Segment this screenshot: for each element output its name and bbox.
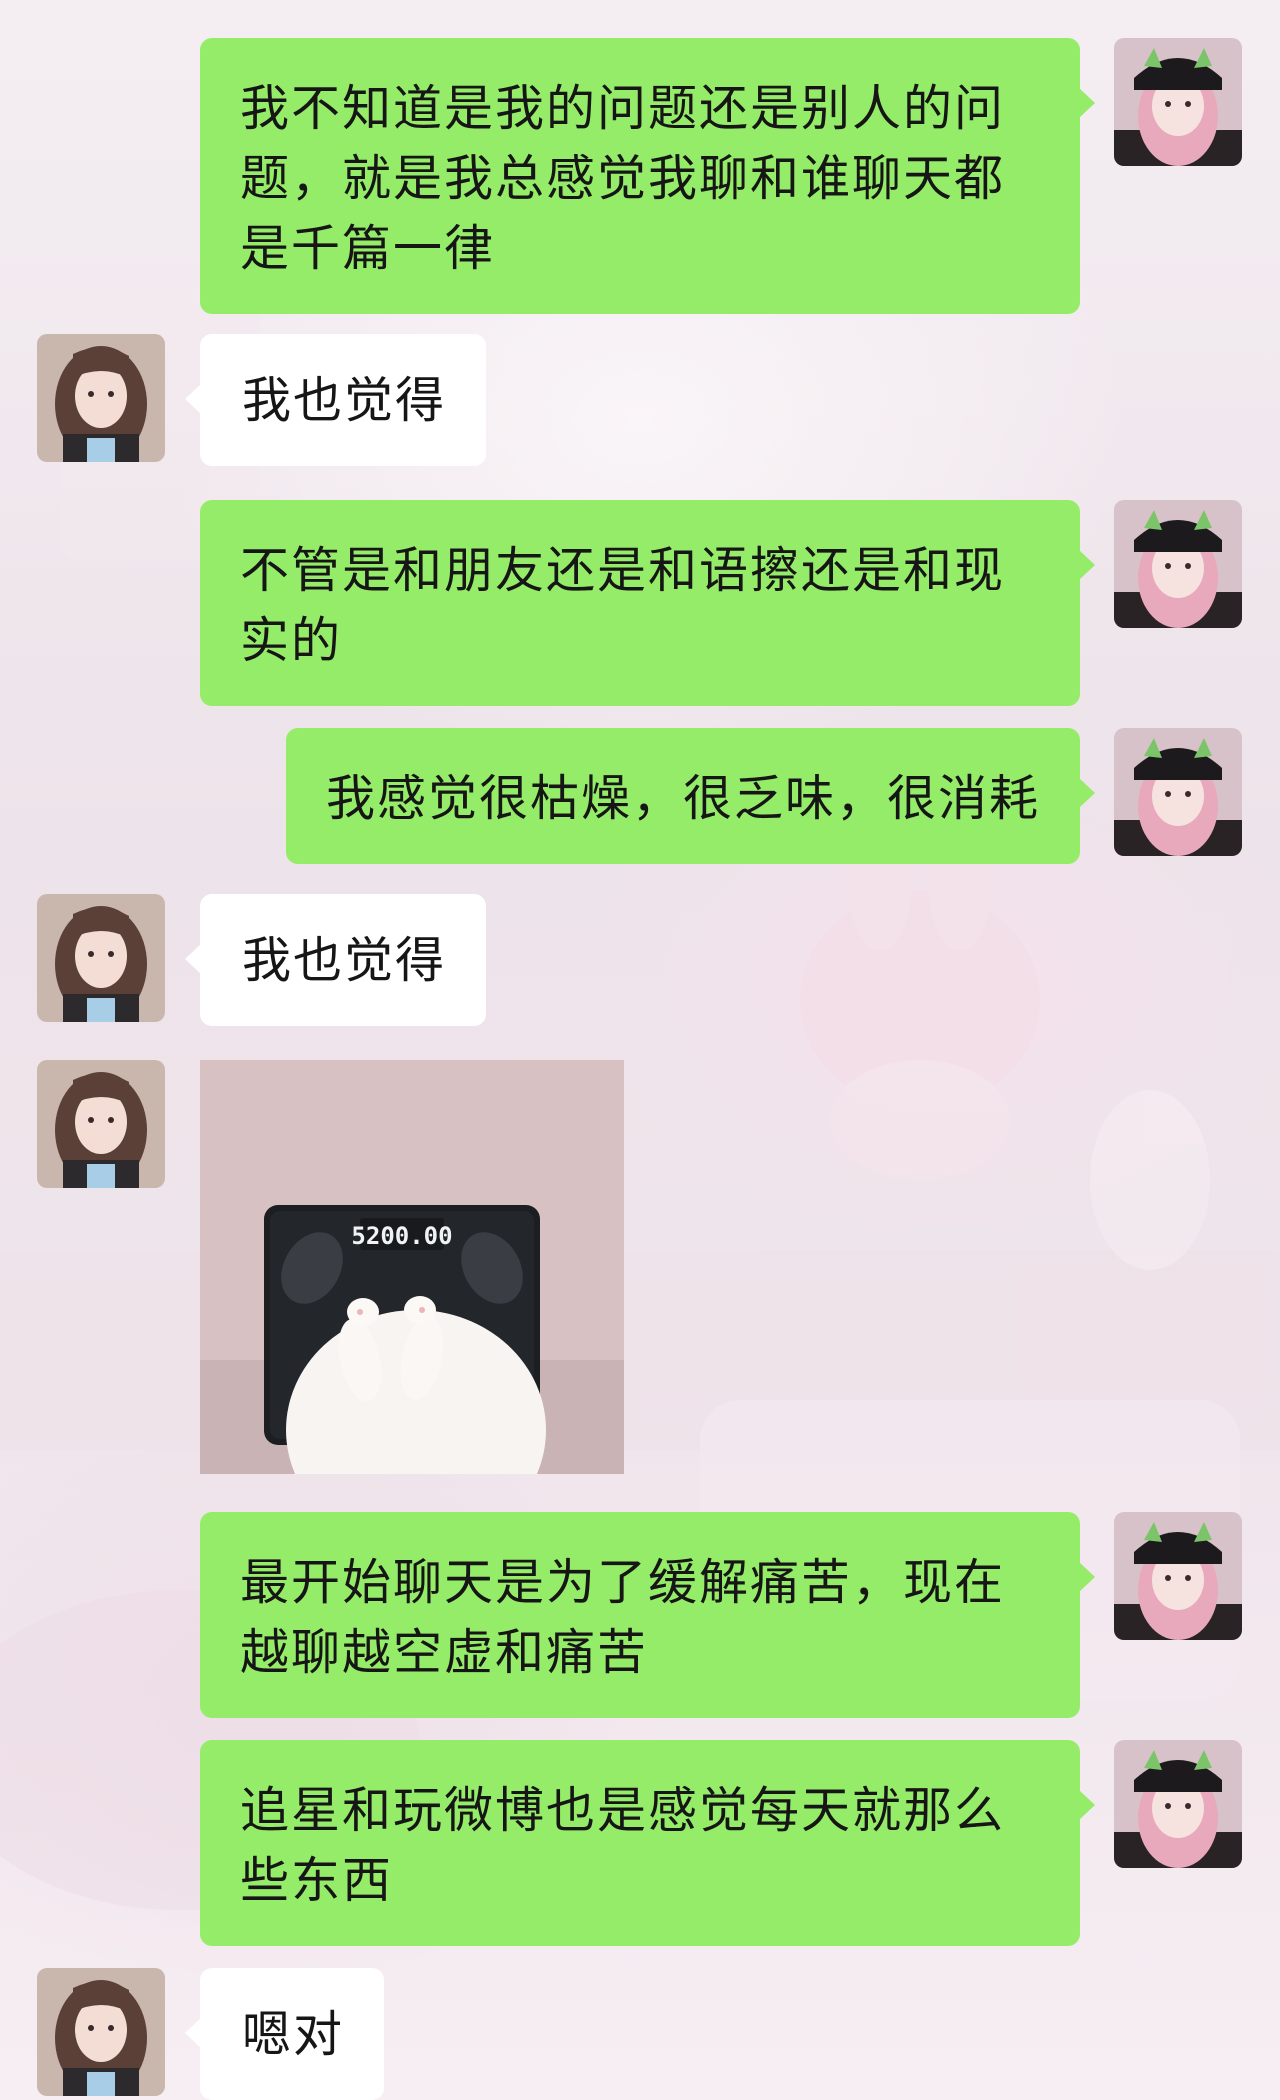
self-avatar[interactable] [1114, 38, 1242, 166]
message-text: 嗯对 [242, 2006, 345, 2063]
contact-avatar[interactable] [37, 1968, 165, 2096]
message-bubble-self[interactable]: 不管是和朋友还是和语擦还是和现实的 [200, 500, 1095, 706]
message-bubble-other[interactable]: 嗯对 [184, 1968, 385, 2100]
contact-avatar[interactable] [37, 1060, 165, 1188]
message-bubble-other[interactable]: 我也觉得 [184, 894, 487, 1026]
image-message[interactable]: 5200.00 [200, 1060, 624, 1474]
message-bubble-self[interactable]: 追星和玩微博也是感觉每天就那么些东西 [200, 1740, 1095, 1946]
self-avatar[interactable] [1114, 500, 1242, 628]
message-text: 我不知道是我的问题还是别人的问题，就是我总感觉我聊和谁聊天都是千篇一律 [240, 80, 1006, 277]
message-text: 追星和玩微博也是感觉每天就那么些东西 [240, 1782, 1006, 1909]
scale-reading: 5200.00 [351, 1222, 452, 1250]
message-bubble-self[interactable]: 我不知道是我的问题还是别人的问题，就是我总感觉我聊和谁聊天都是千篇一律 [200, 38, 1095, 314]
self-avatar[interactable] [1114, 1512, 1242, 1640]
contact-avatar[interactable] [37, 894, 165, 1022]
message-text: 不管是和朋友还是和语擦还是和现实的 [240, 542, 1006, 669]
message-text: 我也觉得 [242, 372, 447, 429]
message-text: 我感觉很枯燥，很乏味，很消耗 [325, 770, 1040, 827]
message-bubble-other[interactable]: 我也觉得 [184, 334, 487, 466]
self-avatar[interactable] [1114, 1740, 1242, 1868]
message-text: 我也觉得 [242, 932, 447, 989]
message-text: 最开始聊天是为了缓解痛苦，现在越聊越空虚和痛苦 [240, 1554, 1006, 1681]
chat-message-list[interactable]: 我不知道是我的问题还是别人的问题，就是我总感觉我聊和谁聊天都是千篇一律 我也觉得… [0, 0, 1280, 2100]
cat-on-scale-icon: 5200.00 [200, 1060, 624, 1474]
message-bubble-self[interactable]: 最开始聊天是为了缓解痛苦，现在越聊越空虚和痛苦 [200, 1512, 1095, 1718]
self-avatar[interactable] [1114, 728, 1242, 856]
message-bubble-self[interactable]: 我感觉很枯燥，很乏味，很消耗 [285, 728, 1096, 864]
contact-avatar[interactable] [37, 334, 165, 462]
